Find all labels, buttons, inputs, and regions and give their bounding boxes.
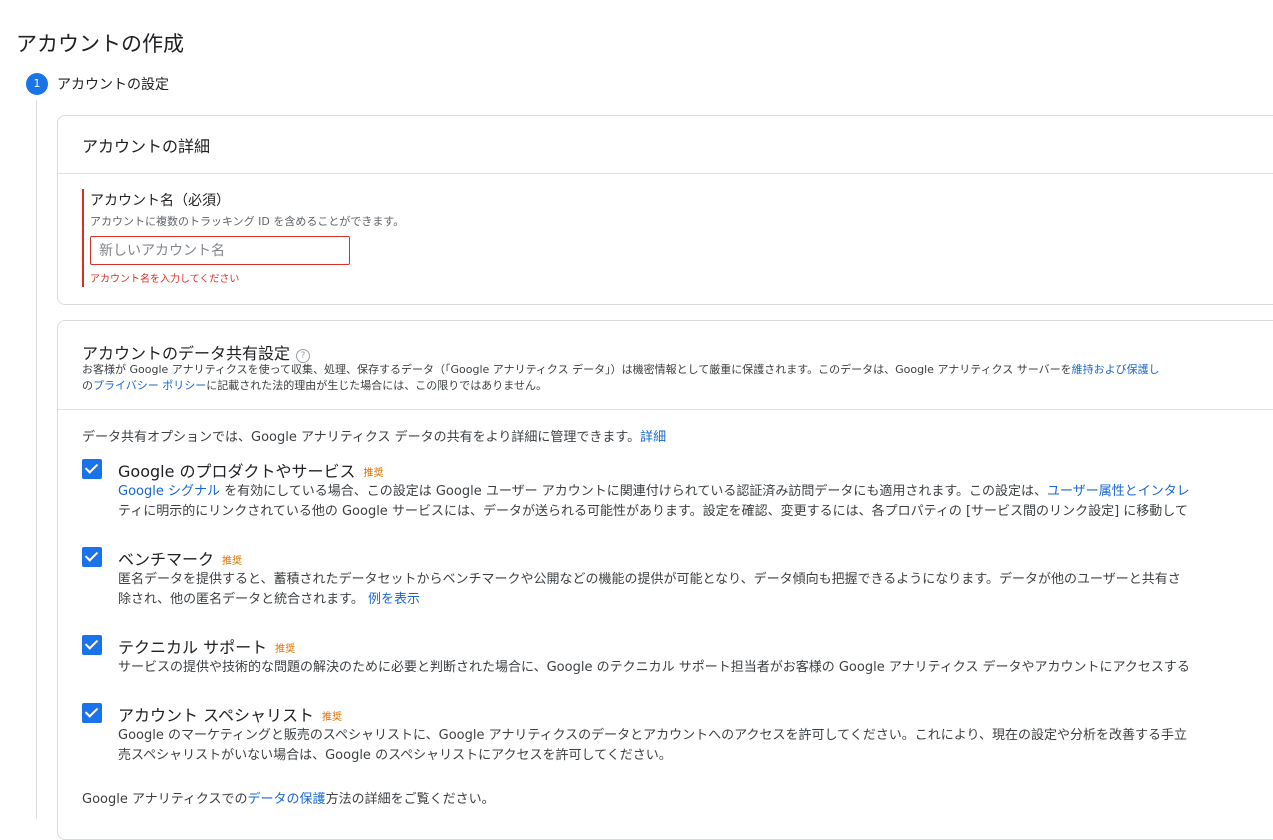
option-title: テクニカル サポート 推奨 [118,634,295,658]
option-title: ベンチマーク 推奨 [118,546,242,570]
recommended-badge: 推奨 [222,556,243,567]
option-desc-text: 除され、他の匿名データと統合されます。 [118,592,368,607]
option-title: Google のプロダクトやサービス 推奨 [118,458,384,482]
option-title: アカウント スペシャリスト 推奨 [118,702,342,726]
technical-support-checkbox[interactable] [82,635,102,655]
data-sharing-description: お客様が Google アナリティクスを使って収集、処理、保存するデータ（「Go… [82,362,1160,394]
option-desc-line-2: 売スペシャリストがいない場合は、Google のスペシャリストにアクセスを許可し… [118,748,672,763]
option-desc-line-2: ティに明示的にリンクされている他の Google サービスには、データが送られる… [118,504,1188,519]
account-name-label: アカウント名（必須） [90,193,230,209]
privacy-policy-link[interactable]: プライバシー ポリシー [93,379,206,392]
option-description: 匿名データを提供すると、蓄積されたデータセットからベンチマークや公開などの機能の… [118,570,1181,610]
account-specialist-checkbox[interactable] [82,703,102,723]
benchmark-checkbox[interactable] [82,547,102,567]
page-title: アカウントの作成 [16,32,184,56]
data-sharing-title-row: アカウントのデータ共有設定? [82,340,311,364]
learn-more-link[interactable]: 詳細 [640,430,666,445]
sharing-intro: データ共有オプションでは、Google アナリティクス データの共有をより詳細に… [82,426,666,445]
option-desc-line-1: 匿名データを提供すると、蓄積されたデータセットからベンチマークや公開などの機能の… [118,572,1181,587]
help-icon[interactable]: ? [296,349,311,363]
account-name-hint: アカウントに複数のトラッキング ID を含めることができます。 [90,215,405,228]
description-line-2: のプライバシー ポリシーに記載された法的理由が生じた場合には、この限りではありま… [82,378,1160,394]
recommended-badge: 推奨 [321,712,342,723]
account-name-input[interactable] [90,236,350,265]
step-label: アカウントの設定 [57,77,169,93]
description-line-1: お客様が Google アナリティクスを使って収集、処理、保存するデータ（「Go… [82,362,1160,378]
option-description: サービスの提供や技術的な問題の解決のために必要と判断された場合に、Google … [118,658,1190,678]
show-example-link[interactable]: 例を表示 [368,592,420,607]
option-desc-line-1: Google のマーケティングと販売のスペシャリストに、Google アナリティ… [118,728,1187,743]
description-text: の [82,379,93,392]
option-title-text: Google のプロダクトやサービス [118,462,356,481]
option-desc-text: を有効にしている場合、この設定は Google ユーザー アカウントに関連付けら… [219,484,1048,499]
recommended-badge: 推奨 [363,468,384,479]
demographics-interests-link[interactable]: ユーザー属性とインタレ [1047,484,1190,499]
recommended-badge: 推奨 [275,644,296,655]
account-name-field: アカウント名（必須） アカウントに複数のトラッキング ID を含めることができま… [82,189,584,287]
maintain-protect-link[interactable]: 維持および保護し [1072,363,1160,376]
google-products-checkbox[interactable] [82,459,102,479]
account-name-error: アカウント名を入力してください [90,274,240,285]
google-signals-link[interactable]: Google シグナル [118,484,220,499]
description-text: に記載された法的理由が生じた場合には、この限りではありません。 [206,379,547,392]
option-description: Google シグナル を有効にしている場合、この設定は Google ユーザー… [118,482,1190,522]
option-description: Google のマーケティングと販売のスペシャリストに、Google アナリティ… [118,726,1187,766]
step-number-badge: 1 [26,73,48,95]
footer-text: Google アナリティクスでの [82,792,248,807]
data-protection-link[interactable]: データの保護 [248,792,326,807]
account-details-card: アカウントの詳細 アカウント名（必須） アカウントに複数のトラッキング ID を… [57,115,1273,305]
data-sharing-header: アカウントのデータ共有設定? お客様が Google アナリティクスを使って収集… [58,321,1273,410]
step-connector-line [36,100,37,819]
account-details-header: アカウントの詳細 [58,116,1273,174]
option-title-text: テクニカル サポート [118,638,268,657]
data-sharing-title: アカウントのデータ共有設定 [82,344,291,363]
option-title-text: ベンチマーク [118,550,215,569]
description-text: お客様が Google アナリティクスを使って収集、処理、保存するデータ（「Go… [82,363,1072,376]
option-desc-line-2: 除され、他の匿名データと統合されます。 例を表示 [118,590,1181,610]
option-title-text: アカウント スペシャリスト [118,706,314,725]
account-details-title: アカウントの詳細 [82,137,211,156]
data-protection-footer: Google アナリティクスでのデータの保護方法の詳細をご覧ください。 [82,788,495,807]
data-sharing-card: アカウントのデータ共有設定? お客様が Google アナリティクスを使って収集… [57,320,1273,840]
option-desc-line-1: Google シグナル を有効にしている場合、この設定は Google ユーザー… [118,482,1190,502]
option-desc-line-1: サービスの提供や技術的な問題の解決のために必要と判断された場合に、Google … [118,660,1190,675]
footer-text: 方法の詳細をご覧ください。 [325,792,495,807]
sharing-intro-text: データ共有オプションでは、Google アナリティクス データの共有をより詳細に… [82,430,641,445]
